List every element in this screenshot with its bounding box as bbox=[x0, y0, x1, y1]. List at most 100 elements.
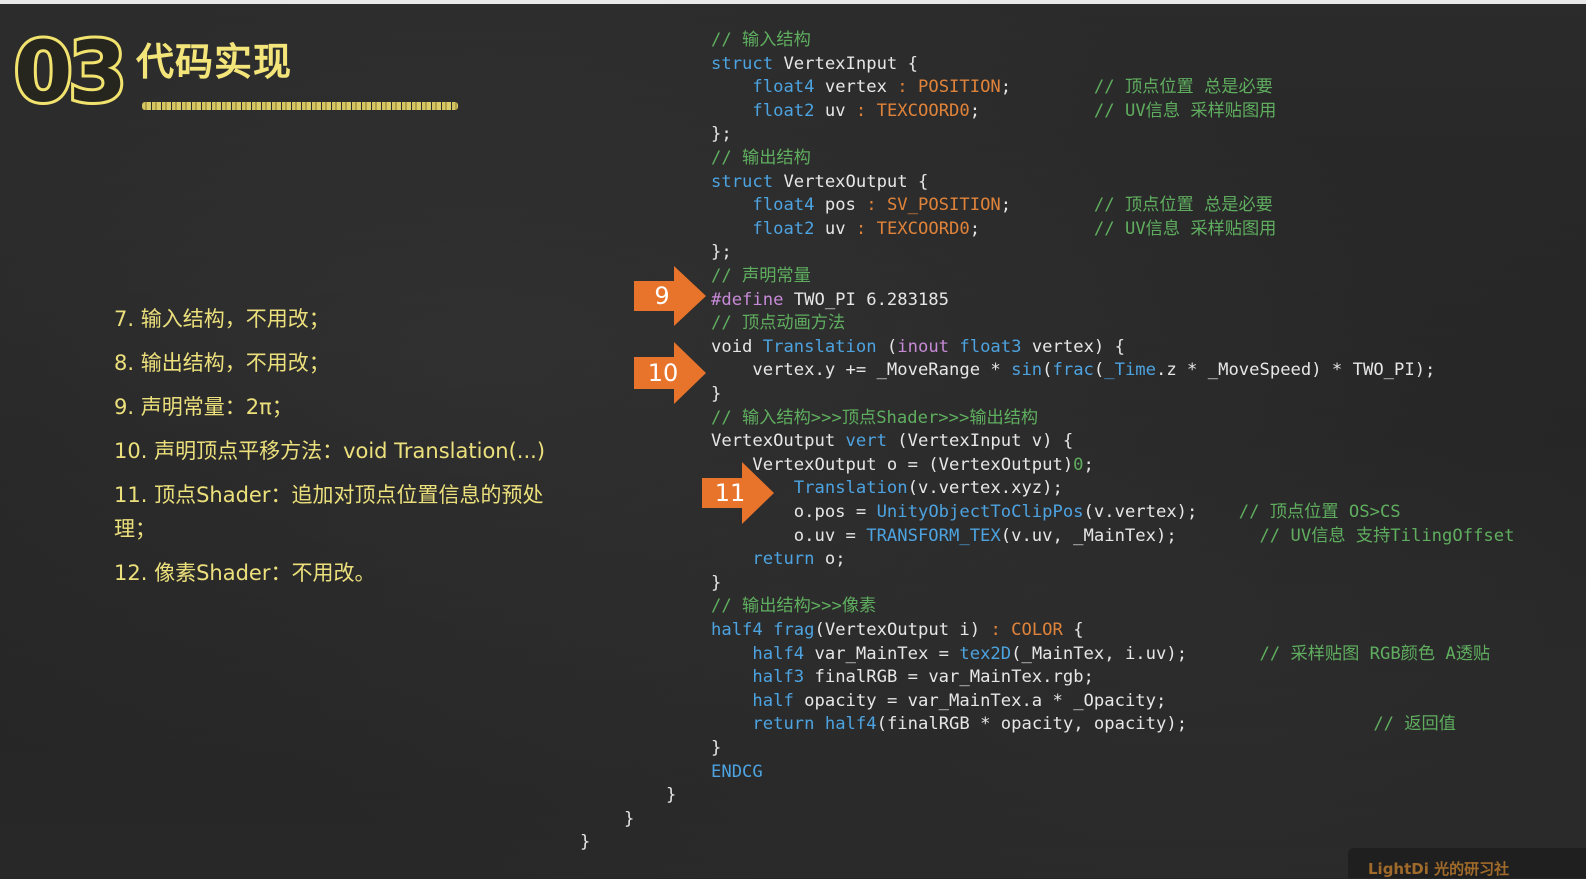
code-token: // 输入结构 bbox=[711, 30, 811, 50]
code-token: : POSITION bbox=[897, 77, 1001, 98]
code-token: : TEXCOORD0 bbox=[855, 218, 970, 239]
code-line: o.uv = TRANSFORM_TEX(v.uv, _MainTex); //… bbox=[711, 525, 1515, 549]
code-token: half4 bbox=[752, 643, 805, 664]
code-line: float4 vertex : POSITION; // 顶点位置 总是必要 bbox=[711, 76, 1273, 100]
steps-list: 7. 输入结构，不用改； 8. 输出结构，不用改； 9. 声明常量：2π； 10… bbox=[114, 302, 594, 600]
code-line: void Translation (inout float3 vertex) { bbox=[711, 336, 1125, 360]
top-border bbox=[0, 0, 1586, 4]
step-item: 8. 输出结构，不用改； bbox=[114, 351, 330, 375]
code-token: } bbox=[580, 832, 591, 853]
code-token: // 采样贴图 RGB颜色 A透贴 bbox=[1259, 643, 1491, 664]
code-token: _Time bbox=[1104, 360, 1157, 381]
code-token: } bbox=[624, 808, 635, 829]
code-token: // 声明常量 bbox=[711, 266, 811, 286]
code-line: VertexOutput vert (VertexInput v) { bbox=[711, 430, 1073, 454]
marker-number: 10 bbox=[647, 359, 679, 387]
code-token: half4 bbox=[711, 620, 763, 640]
code-line: } bbox=[711, 383, 721, 407]
code-token: (VertexInput v) { bbox=[886, 431, 1074, 452]
code-token: } bbox=[711, 384, 722, 404]
code-token: sin bbox=[1011, 360, 1043, 381]
code-line: o.pos = UnityObjectToClipPos(v.vertex); … bbox=[711, 501, 1401, 525]
code-token: TWO_PI 6.283185 bbox=[783, 289, 950, 310]
step-marker-11: 11 bbox=[702, 462, 774, 524]
code-token: ; bbox=[969, 218, 1094, 239]
code-token: // UV信息 支持TilingOffset bbox=[1259, 525, 1515, 546]
code-token: half3 bbox=[752, 667, 805, 688]
code-token: // 顶点位置 总是必要 bbox=[1093, 77, 1273, 98]
code-token: // UV信息 采样贴图用 bbox=[1093, 218, 1277, 239]
code-token: struct bbox=[711, 53, 774, 74]
code-token: TRANSFORM_TEX bbox=[866, 525, 1001, 546]
code-token: float4 bbox=[752, 195, 815, 216]
section-title: 代码实现 bbox=[136, 40, 293, 84]
code-token: { bbox=[1062, 620, 1084, 640]
code-token: uv bbox=[814, 100, 856, 121]
code-line: half4 frag(VertexOutput i) : COLOR { bbox=[711, 619, 1084, 643]
code-token: : COLOR bbox=[990, 620, 1063, 640]
code-token: } bbox=[711, 572, 722, 593]
code-token: frag bbox=[773, 620, 815, 640]
code-line: } bbox=[711, 572, 721, 596]
code-token: vert bbox=[845, 431, 887, 452]
code-token: #define bbox=[711, 289, 784, 310]
code-token: vertex bbox=[814, 77, 898, 98]
code-line: struct VertexInput { bbox=[711, 53, 918, 77]
code-token: // UV信息 采样贴图用 bbox=[1093, 100, 1277, 121]
step-item: 12. 像素Shader：不用改。 bbox=[114, 561, 376, 585]
code-token: ( bbox=[876, 336, 898, 357]
code-token: : SV_POSITION bbox=[866, 195, 1001, 216]
code-token: float3 bbox=[959, 336, 1022, 357]
code-token: float2 bbox=[752, 100, 815, 121]
code-line: } bbox=[580, 831, 590, 855]
step-item: 9. 声明常量：2π； bbox=[114, 395, 293, 419]
code-token: (v.vertex.xyz); bbox=[907, 478, 1063, 499]
code-token: inout bbox=[897, 336, 950, 357]
code-token: (finalRGB * opacity, opacity); bbox=[876, 714, 1374, 735]
code-token: // 输入结构>>>顶点Shader>>>输出结构 bbox=[711, 407, 1039, 428]
code-line: }; bbox=[711, 241, 732, 265]
code-token: vertex.y += _MoveRange * bbox=[711, 360, 1012, 381]
code-token: struct bbox=[711, 171, 774, 192]
section-number: 03 bbox=[11, 23, 130, 121]
code-token: half4 bbox=[824, 714, 877, 735]
code-token: 0 bbox=[1073, 454, 1084, 475]
code-token: : TEXCOORD0 bbox=[855, 100, 970, 121]
code-token: } bbox=[711, 738, 722, 758]
code-token: (v.uv, _MainTex); bbox=[1000, 525, 1260, 546]
step-item: 11. 顶点Shader：追加对顶点位置信息的预处理； bbox=[114, 483, 544, 541]
code-line: // 顶点动画方法 bbox=[711, 312, 845, 336]
code-token: float2 bbox=[752, 218, 815, 239]
code-token: }; bbox=[711, 242, 732, 263]
code-token: ; bbox=[1083, 454, 1094, 475]
code-token: Translation bbox=[762, 336, 877, 357]
code-line: vertex.y += _MoveRange * sin(frac(_Time.… bbox=[711, 359, 1435, 383]
code-line: // 输入结构>>>顶点Shader>>>输出结构 bbox=[711, 407, 1038, 431]
code-line: // 声明常量 bbox=[711, 265, 811, 289]
code-token: ; bbox=[969, 100, 1094, 121]
code-token: return bbox=[752, 549, 815, 570]
code-token: // 顶点位置 OS>CS bbox=[1238, 502, 1401, 522]
code-token: pos bbox=[814, 195, 867, 216]
step-item: 10. 声明顶点平移方法：void Translation(...) bbox=[114, 439, 546, 463]
code-token: o.uv = bbox=[711, 525, 867, 546]
code-token: UnityObjectToClipPos bbox=[876, 502, 1084, 522]
code-line: }; bbox=[711, 123, 732, 147]
code-token: Translation bbox=[793, 478, 908, 499]
code-token: .z * _MoveSpeed) * TWO_PI); bbox=[1156, 360, 1436, 381]
code-token: ( bbox=[1042, 360, 1053, 381]
code-token: ; bbox=[1000, 195, 1094, 216]
code-token: (v.vertex); bbox=[1083, 502, 1239, 522]
code-line: float2 uv : TEXCOORD0; // UV信息 采样贴图用 bbox=[711, 218, 1276, 242]
code-token: tex2D bbox=[959, 643, 1012, 664]
code-line: struct VertexOutput { bbox=[711, 171, 928, 195]
code-token: vertex) { bbox=[1021, 336, 1125, 357]
marker-number: 11 bbox=[714, 479, 746, 507]
code-line: ENDCG bbox=[711, 761, 763, 785]
